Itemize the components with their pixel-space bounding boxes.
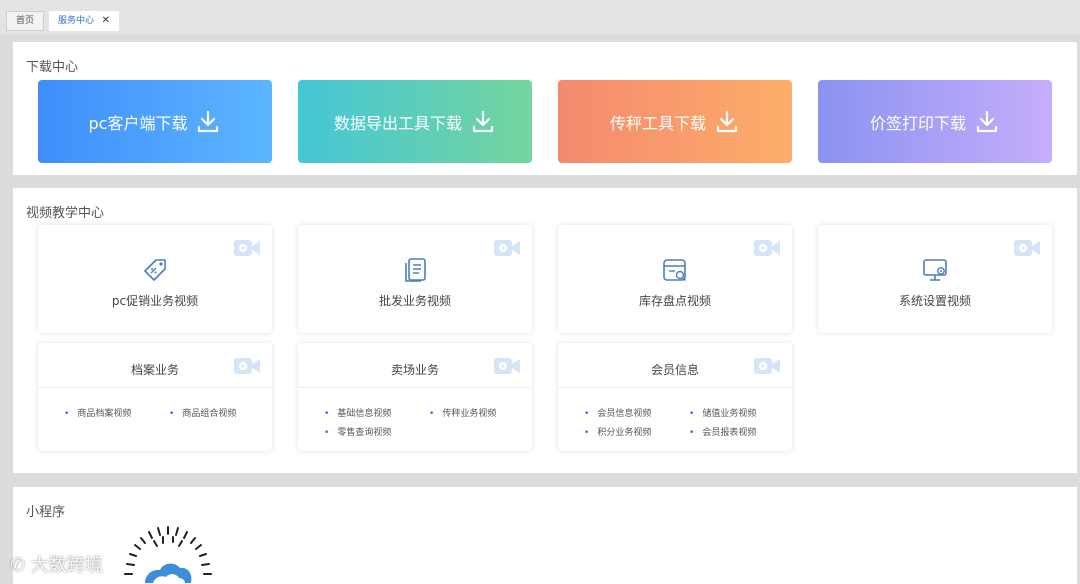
- video-link[interactable]: 基础信息视频: [324, 406, 391, 419]
- video-link[interactable]: 储值业务视频: [689, 406, 756, 419]
- inventory-icon: [663, 259, 686, 281]
- video-link[interactable]: 会员报表视频: [689, 425, 756, 438]
- video-link[interactable]: 积分业务视频: [584, 425, 651, 438]
- video-card-label: 系统设置视频: [898, 294, 971, 308]
- video-link[interactable]: 零售查询视频: [324, 425, 391, 438]
- video-card-inventory[interactable]: 库存盘点视频: [558, 225, 792, 333]
- monitor-settings-icon: [923, 259, 947, 281]
- mini-program-qr-code: [124, 526, 212, 583]
- video-card-label: 批发业务视频: [378, 294, 451, 308]
- mini-program-panel: 小程序: [13, 487, 1077, 584]
- video-camera-icon: [234, 240, 260, 256]
- video-link[interactable]: 商品档案视频: [64, 406, 131, 419]
- video-group-title: 卖场业务: [390, 363, 439, 377]
- download-center-title: 下载中心: [26, 60, 79, 75]
- video-group-title: 档案业务: [130, 363, 179, 377]
- tag-icon: [144, 259, 166, 281]
- video-card-label: 库存盘点视频: [638, 294, 711, 308]
- video-link[interactable]: 会员信息视频: [584, 406, 651, 419]
- video-tutorial-panel: 视频教学中心 pc促销业务视频 批发业务视频 库存盘点视频 系统设置视频 档案业…: [13, 188, 1077, 473]
- download-label: pc客户端下载: [88, 113, 188, 133]
- download-icon: [472, 110, 494, 132]
- video-group-archives: 档案业务 商品档案视频 商品组合视频: [38, 343, 272, 451]
- video-link[interactable]: 商品组合视频: [169, 406, 236, 419]
- video-tutorial-title: 视频教学中心: [26, 206, 105, 221]
- document-icon: [405, 258, 426, 282]
- video-card-wholesale[interactable]: 批发业务视频: [298, 225, 532, 333]
- mini-program-title: 小程序: [26, 505, 66, 520]
- divider: [298, 387, 532, 388]
- download-icon: [198, 110, 219, 132]
- video-group-title: 会员信息: [650, 363, 699, 377]
- close-icon[interactable]: ✕: [102, 12, 110, 30]
- video-card-promotion[interactable]: pc促销业务视频: [38, 225, 272, 333]
- download-icon: [976, 110, 998, 132]
- video-card-system-settings[interactable]: 系统设置视频: [818, 225, 1052, 333]
- download-label: 传秤工具下载: [609, 113, 706, 133]
- download-label: 价签打印下载: [869, 113, 966, 133]
- tab-home[interactable]: 首页: [6, 11, 44, 31]
- price-tag-print-download-button[interactable]: 价签打印下载: [818, 80, 1052, 163]
- video-group-member: 会员信息 会员信息视频 储值业务视频 积分业务视频 会员报表视频: [558, 343, 792, 451]
- download-label: 数据导出工具下载: [333, 113, 462, 133]
- tab-bar: 首页 服务中心 ✕: [0, 0, 1080, 34]
- pc-client-download-button[interactable]: pc客户端下载: [38, 80, 272, 163]
- video-group-store: 卖场业务 基础信息视频 传秤业务视频 零售查询视频: [298, 343, 532, 451]
- divider: [558, 387, 792, 388]
- download-icon: [716, 110, 738, 132]
- divider: [38, 387, 272, 388]
- video-card-label: pc促销业务视频: [111, 294, 199, 308]
- video-link[interactable]: 传秤业务视频: [429, 406, 496, 419]
- tab-service-center[interactable]: 服务中心 ✕: [49, 11, 119, 31]
- video-camera-icon: [754, 240, 780, 256]
- video-camera-icon: [1014, 240, 1040, 256]
- video-camera-icon: [494, 240, 520, 256]
- scale-tool-download-button[interactable]: 传秤工具下载: [558, 80, 792, 163]
- data-export-tool-download-button[interactable]: 数据导出工具下载: [298, 80, 532, 163]
- watermark-logo: ✆ 大数跨境: [10, 555, 103, 576]
- tab-service-center-label: 服务中心: [58, 16, 95, 26]
- download-center-panel: 下载中心 pc客户端下载 数据导出工具下载 传秤工具下载 价签打印下载: [13, 42, 1077, 175]
